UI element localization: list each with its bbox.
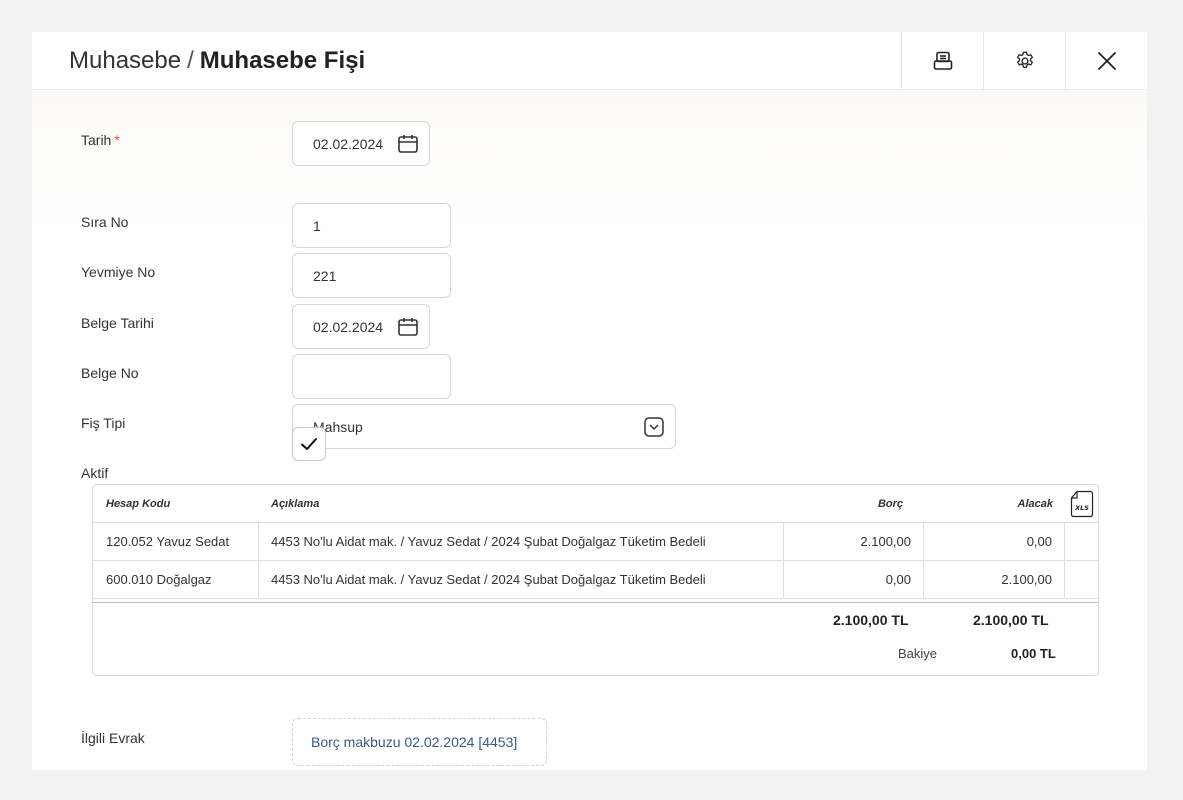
close-icon (1097, 52, 1116, 70)
document-no-field[interactable] (292, 354, 451, 399)
description-cell: 4453 No'lu Aidat mak. / Yavuz Sedat / 20… (258, 561, 783, 598)
sequence-no-label: Sıra No (81, 214, 129, 230)
column-header-credit: Alacak (1017, 497, 1053, 510)
total-credit: 2.100,00 TL (973, 612, 1049, 628)
column-header-account-code: Hesap Kodu (106, 497, 171, 510)
credit-cell: 2.100,00 (923, 561, 1064, 598)
date-label: Tarih * (81, 132, 120, 148)
sequence-no-field[interactable]: 1 (292, 203, 451, 248)
voucher-type-select[interactable]: Mahsup (292, 404, 676, 449)
checkmark-icon (301, 438, 317, 450)
table-row[interactable]: 600.010 Doğalgaz 4453 No'lu Aidat mak. /… (93, 561, 1098, 599)
balance-value: 0,00 TL (1011, 646, 1056, 661)
totals-row: 2.100,00 TL 2.100,00 TL (93, 602, 1098, 640)
voucher-type-label: Fiş Tipi (81, 415, 126, 431)
journal-no-value: 221 (313, 267, 337, 284)
document-date-value: 02.02.2024 (313, 318, 384, 335)
total-debit: 2.100,00 TL (833, 612, 909, 628)
debit-cell: 2.100,00 (783, 523, 923, 560)
breadcrumb-current: Muhasebe Fişi (199, 47, 366, 74)
account-code-cell: 600.010 Doğalgaz (106, 572, 212, 587)
xls-file-icon[interactable]: XLS (1070, 490, 1094, 518)
svg-text:XLS: XLS (1074, 504, 1089, 512)
document-date-field[interactable]: 02.02.2024 (292, 304, 430, 349)
column-header-debit: Borç (877, 497, 903, 510)
journal-no-label: Yevmiye No (81, 264, 156, 280)
panel-header: Muhasebe / Muhasebe Fişi (32, 32, 1147, 90)
breadcrumb-separator: / (187, 47, 194, 74)
row-action-cell (1064, 561, 1098, 598)
date-value: 02.02.2024 (313, 135, 384, 152)
calendar-icon[interactable] (397, 133, 419, 155)
related-document-link[interactable]: Borç makbuzu 02.02.2024 [4453] (292, 718, 547, 766)
voucher-type-value: Mahsup (313, 418, 363, 435)
form-body: Tarih * 02.02.2024 Sıra No 1 Yevmiye No 2… (32, 90, 1147, 770)
print-button[interactable] (901, 32, 983, 90)
accounting-voucher-panel: Muhasebe / Muhasebe Fişi Tarih * 02.02.2… (32, 32, 1147, 770)
breadcrumb-parent[interactable]: Muhasebe (69, 47, 181, 74)
journal-entries-table: Hesap Kodu Açıklama Borç Alacak XLS 120.… (92, 484, 1099, 676)
table-row[interactable]: 120.052 Yavuz Sedat 4453 No'lu Aidat mak… (93, 523, 1098, 561)
document-date-label: Belge Tarihi (81, 315, 154, 331)
sequence-no-value: 1 (313, 217, 321, 234)
balance-label: Bakiye (898, 646, 938, 661)
gear-icon (1016, 51, 1033, 68)
page-title: Muhasebe / Muhasebe Fişi (69, 47, 365, 75)
description-cell: 4453 No'lu Aidat mak. / Yavuz Sedat / 20… (258, 523, 783, 560)
debit-cell: 0,00 (783, 561, 923, 598)
active-checkbox[interactable] (292, 427, 326, 461)
calendar-icon[interactable] (397, 316, 419, 338)
active-label: Aktif (81, 465, 109, 481)
date-field[interactable]: 02.02.2024 (292, 121, 430, 166)
close-button[interactable] (1065, 32, 1147, 90)
required-mark: * (114, 132, 120, 148)
credit-cell: 0,00 (923, 523, 1064, 560)
table-header: Hesap Kodu Açıklama Borç Alacak XLS (93, 485, 1098, 523)
document-no-label: Belge No (81, 365, 139, 381)
row-action-cell (1064, 523, 1098, 560)
journal-no-field[interactable]: 221 (292, 253, 451, 298)
account-code-cell: 120.052 Yavuz Sedat (106, 534, 230, 549)
column-header-description: Açıklama (271, 497, 320, 510)
chevron-down-icon (644, 416, 664, 437)
related-document-label: İlgili Evrak (81, 730, 145, 746)
printer-icon (933, 51, 952, 70)
settings-button[interactable] (983, 32, 1065, 90)
